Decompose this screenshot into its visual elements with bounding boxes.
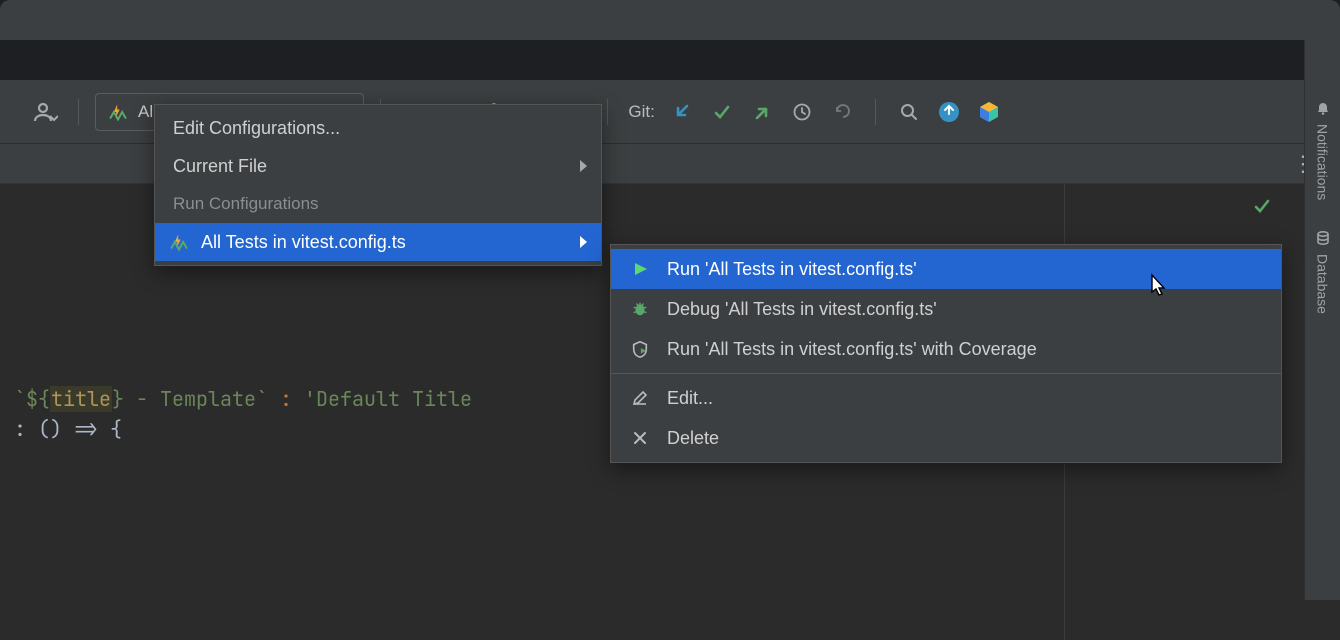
git-rollback-button[interactable] [825,95,859,129]
ide-icon[interactable] [972,95,1006,129]
window-titlebar-spacer [0,0,1340,40]
toolbar-separator [875,99,876,125]
run-config-submenu: Run 'All Tests in vitest.config.ts' Debu… [610,244,1282,463]
submenu-run[interactable]: Run 'All Tests in vitest.config.ts' [611,249,1281,289]
pencil-icon [629,390,651,406]
menu-header-label: Run Configurations [173,194,319,214]
menu-label: Current File [173,156,267,177]
submenu-separator [611,373,1281,374]
git-commit-button[interactable] [705,95,739,129]
menu-label: All Tests in vitest.config.ts [201,232,406,253]
notifications-label: Notifications [1315,124,1331,200]
git-label: Git: [628,102,654,122]
notifications-tool[interactable]: Notifications [1315,100,1331,200]
search-button[interactable] [892,95,926,129]
menu-section-header: Run Configurations [155,185,601,223]
menu-label: Edit Configurations... [173,118,340,139]
submenu-edit[interactable]: Edit... [611,378,1281,418]
database-tool[interactable]: Database [1315,230,1331,314]
chevron-right-icon [580,160,587,172]
submenu-delete[interactable]: Delete [611,418,1281,458]
submenu-label: Edit... [667,388,713,409]
play-icon [629,261,651,277]
submenu-label: Run 'All Tests in vitest.config.ts' with… [667,339,1037,360]
submenu-debug[interactable]: Debug 'All Tests in vitest.config.ts' [611,289,1281,329]
submenu-label: Run 'All Tests in vitest.config.ts' [667,259,917,280]
chevron-right-icon [580,236,587,248]
menu-edit-configurations[interactable]: Edit Configurations... [155,109,601,147]
database-label: Database [1315,254,1331,314]
sync-button[interactable] [932,95,966,129]
git-history-button[interactable] [785,95,819,129]
close-icon [629,431,651,445]
git-push-button[interactable] [745,95,779,129]
submenu-coverage[interactable]: Run 'All Tests in vitest.config.ts' with… [611,329,1281,369]
toolbar-separator [607,99,608,125]
vitest-icon [108,102,128,122]
submenu-label: Delete [667,428,719,449]
shield-play-icon [629,340,651,358]
menu-current-file[interactable]: Current File [155,147,601,185]
vitest-icon [169,232,189,252]
menu-config-item[interactable]: All Tests in vitest.config.ts [155,223,601,261]
submenu-label: Debug 'All Tests in vitest.config.ts' [667,299,937,320]
run-config-dropdown: Edit Configurations... Current File Run … [154,104,602,266]
user-icon[interactable] [28,95,62,129]
bug-icon [629,300,651,318]
git-update-button[interactable] [665,95,699,129]
right-tool-strip: Notifications Database [1304,40,1340,600]
inspection-ok-icon[interactable] [1252,196,1272,216]
toolbar-separator [78,99,79,125]
